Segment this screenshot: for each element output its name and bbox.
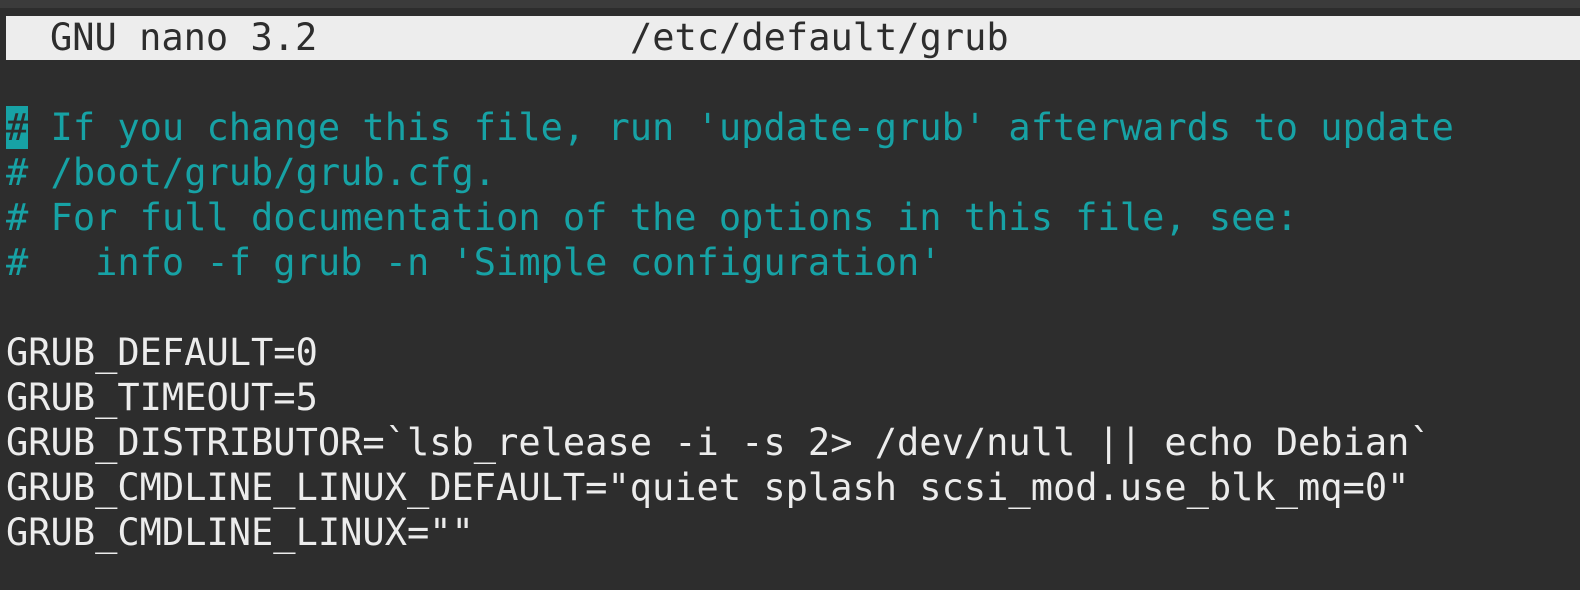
buffer-line-3[interactable]: # For full documentation of the options …	[6, 195, 1580, 240]
buffer-line-10[interactable]: GRUB_CMDLINE_LINUX=""	[6, 510, 1580, 555]
title-bar: GNU nano 3.2 /etc/default/grub	[6, 16, 1580, 60]
comment-line-1-text: If you change this file, run 'update-gru…	[28, 106, 1454, 149]
file-path-label: /etc/default/grub	[630, 16, 1009, 59]
buffer-line-6[interactable]: GRUB_DEFAULT=0	[6, 330, 1580, 375]
buffer-line-5[interactable]	[6, 285, 1580, 330]
buffer-line-7[interactable]: GRUB_TIMEOUT=5	[6, 375, 1580, 420]
text-buffer[interactable]: # If you change this file, run 'update-g…	[6, 105, 1580, 555]
nano-editor-window: GNU nano 3.2 /etc/default/grub # If you …	[0, 0, 1580, 590]
app-version-label: GNU nano 3.2	[50, 16, 318, 59]
text-cursor: #	[6, 106, 29, 149]
buffer-line-2[interactable]: # /boot/grub/grub.cfg.	[6, 150, 1580, 195]
buffer-line-8[interactable]: GRUB_DISTRIBUTOR=`lsb_release -i -s 2> /…	[6, 420, 1580, 465]
buffer-line-9[interactable]: GRUB_CMDLINE_LINUX_DEFAULT="quiet splash…	[6, 465, 1580, 510]
buffer-line-1[interactable]: # If you change this file, run 'update-g…	[6, 105, 1580, 150]
buffer-line-4[interactable]: # info -f grub -n 'Simple configuration'	[6, 240, 1580, 285]
